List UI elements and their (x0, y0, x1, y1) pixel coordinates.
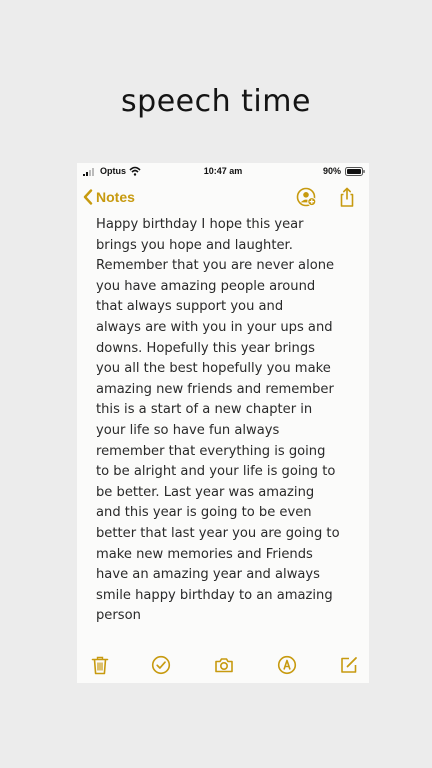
battery-percent: 90% (322, 166, 341, 176)
status-bar: Optus 10:47 am 90% (77, 163, 369, 181)
story-title: speech time (121, 84, 311, 119)
chevron-left-icon (83, 189, 93, 205)
bottom-toolbar (77, 653, 369, 677)
markup-icon[interactable] (277, 655, 297, 675)
phone-screenshot: Optus 10:47 am 90% Notes Happy birthday … (77, 163, 369, 683)
nav-bar: Notes (77, 183, 369, 211)
back-button[interactable]: Notes (83, 187, 135, 207)
back-label: Notes (96, 189, 135, 205)
trash-icon[interactable] (90, 655, 110, 675)
battery-icon (345, 167, 365, 176)
note-body[interactable]: Happy birthday I hope this year brings y… (96, 215, 358, 627)
checklist-icon[interactable] (151, 655, 171, 675)
compose-icon[interactable] (339, 655, 359, 675)
camera-icon[interactable] (214, 655, 234, 675)
add-person-icon[interactable] (295, 186, 317, 208)
share-icon[interactable] (336, 186, 358, 208)
